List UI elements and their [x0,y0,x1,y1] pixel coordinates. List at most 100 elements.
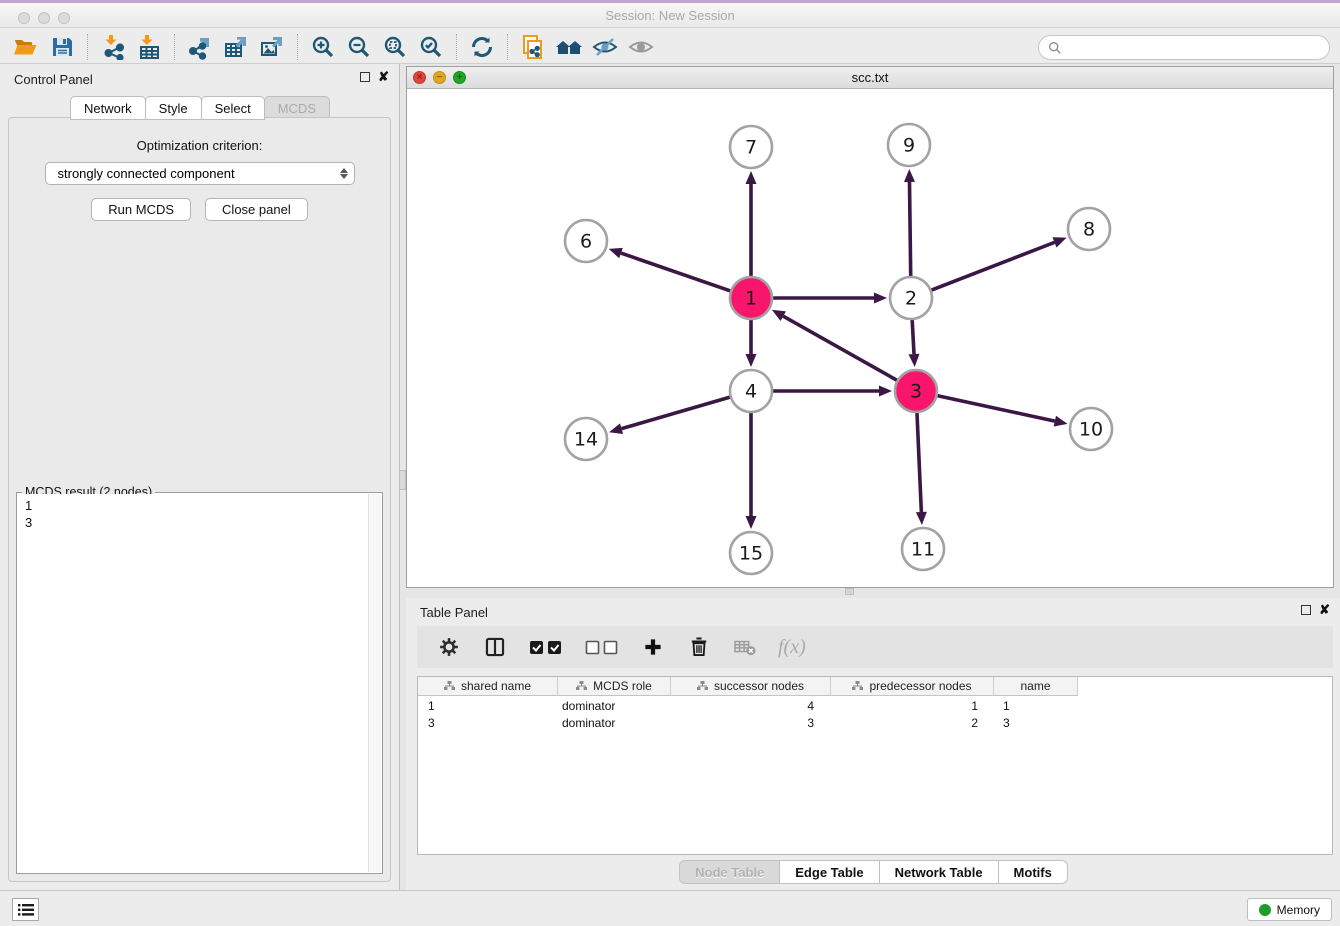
table-panel-tabs: Node TableEdge TableNetwork TableMotifs [406,860,1340,884]
network-minimize-icon[interactable]: − [433,71,446,84]
vertical-splitter-handle[interactable] [399,470,406,490]
tab-network-table[interactable]: Network Table [879,860,999,884]
duplicate-network-icon[interactable] [515,32,551,62]
column-header-label: predecessor nodes [869,679,971,693]
column-header-name[interactable]: name [994,677,1078,696]
search-box[interactable] [1038,35,1330,60]
mcds-panel: Optimization criterion: strongly connect… [8,117,391,882]
table-cell: 1 [831,698,994,714]
memory-label: Memory [1277,903,1320,917]
mcds-result-text[interactable]: 1 3 [18,494,367,872]
graph-node-label: 14 [574,429,598,451]
graph-node-label: 2 [905,288,917,310]
tab-select[interactable]: Select [201,96,265,120]
column-header-label: name [1020,679,1050,693]
zoom-selected-icon[interactable] [413,32,449,62]
gear-icon[interactable] [436,634,462,660]
close-window-icon[interactable] [18,12,30,24]
memory-button[interactable]: Memory [1247,898,1332,921]
run-mcds-button[interactable]: Run MCDS [91,198,191,221]
trash-icon[interactable] [686,634,712,660]
import-table-icon[interactable] [131,32,167,62]
eye-icon[interactable] [623,32,659,62]
network-view-window: × − + scc.txt 7968124314101511 [406,66,1334,588]
network-close-icon[interactable]: × [413,71,426,84]
network-maximize-icon[interactable]: + [453,71,466,84]
column-header-predecessor-nodes[interactable]: predecessor nodes [831,677,994,696]
toolbar-separator [174,34,175,60]
plus-icon[interactable] [640,634,666,660]
tab-edge-table[interactable]: Edge Table [779,860,879,884]
close-table-panel-icon[interactable]: ✘ [1319,605,1330,615]
edge-2-9[interactable] [909,182,910,277]
column-header-successor-nodes[interactable]: successor nodes [671,677,831,696]
column-header-MCDS-role[interactable]: MCDS role [558,677,671,696]
column-header-shared-name[interactable]: shared name [418,677,558,696]
minimize-window-icon[interactable] [38,12,50,24]
zoom-fit-icon[interactable] [377,32,413,62]
zoom-out-icon[interactable] [341,32,377,62]
sort-column-icon[interactable] [444,681,455,691]
mcds-result-scrollbar[interactable] [368,494,381,872]
refresh-icon[interactable] [464,32,500,62]
edge-arrowhead [746,171,757,184]
tab-network[interactable]: Network [70,96,146,120]
float-table-panel-icon[interactable] [1301,605,1311,615]
mcds-result-box: MCDS result (2 nodes) 1 3 [16,492,383,874]
graph-node-label: 4 [745,381,757,403]
tab-motifs[interactable]: Motifs [998,860,1068,884]
network-view-titlebar[interactable]: × − + scc.txt [407,67,1333,89]
import-network-icon[interactable] [95,32,131,62]
close-panel-button[interactable]: Close panel [205,198,308,221]
sort-column-icon[interactable] [852,681,863,691]
edge-3-11[interactable] [917,412,921,512]
memory-status-icon [1259,904,1271,916]
sort-column-icon[interactable] [576,681,587,691]
tab-style[interactable]: Style [145,96,202,120]
table-panel: Table Panel ✘ [406,598,1340,890]
save-session-icon[interactable] [44,32,80,62]
open-session-icon[interactable] [8,32,44,62]
search-input[interactable] [1067,40,1320,55]
houses-icon[interactable] [551,32,587,62]
edge-3-10[interactable] [937,395,1055,421]
app-titlebar: Session: New Session [0,0,1340,28]
edge-arrowhead [609,423,623,434]
tab-node-table[interactable]: Node Table [679,860,780,884]
table-cell: 2 [831,715,994,731]
delete-table-icon [732,634,758,660]
network-canvas[interactable]: 7968124314101511 [407,89,1333,587]
edge-2-8[interactable] [931,242,1055,290]
maximize-window-icon[interactable] [58,12,70,24]
edge-arrowhead [909,354,920,367]
edge-3-1[interactable] [783,316,897,381]
window-title: Session: New Session [0,3,1340,28]
export-image-icon[interactable] [254,32,290,62]
close-panel-icon[interactable]: ✘ [378,72,389,82]
node-table[interactable]: shared name MCDS rolesuccessor nodes prede… [417,676,1333,855]
select-stepper-icon [340,168,348,179]
window-controls[interactable] [18,12,70,24]
table-row[interactable]: 3dominator323 [418,715,1332,731]
zoom-in-icon[interactable] [305,32,341,62]
criterion-select[interactable]: strongly connected component [45,162,355,185]
split-pane-icon[interactable] [482,634,508,660]
table-cell: 3 [671,715,831,731]
float-panel-icon[interactable] [360,72,370,82]
sort-column-icon[interactable] [697,681,708,691]
table-row[interactable]: 1dominator411 [418,698,1332,714]
edge-2-3[interactable] [912,319,914,354]
eye-slash-icon[interactable] [587,32,623,62]
graph-node-label: 7 [745,137,757,159]
graph-node-label: 3 [910,381,922,403]
unchecked-boxes-icon[interactable] [584,634,620,660]
export-table-icon[interactable] [218,32,254,62]
task-history-button[interactable] [12,898,39,921]
export-network-icon[interactable] [182,32,218,62]
checked-boxes-icon[interactable] [528,634,564,660]
edge-1-6[interactable] [621,253,731,291]
column-header-label: shared name [461,679,531,693]
edge-4-14[interactable] [622,397,731,429]
optimization-criterion-label: Optimization criterion: [9,138,390,153]
table-cell: dominator [558,715,671,731]
